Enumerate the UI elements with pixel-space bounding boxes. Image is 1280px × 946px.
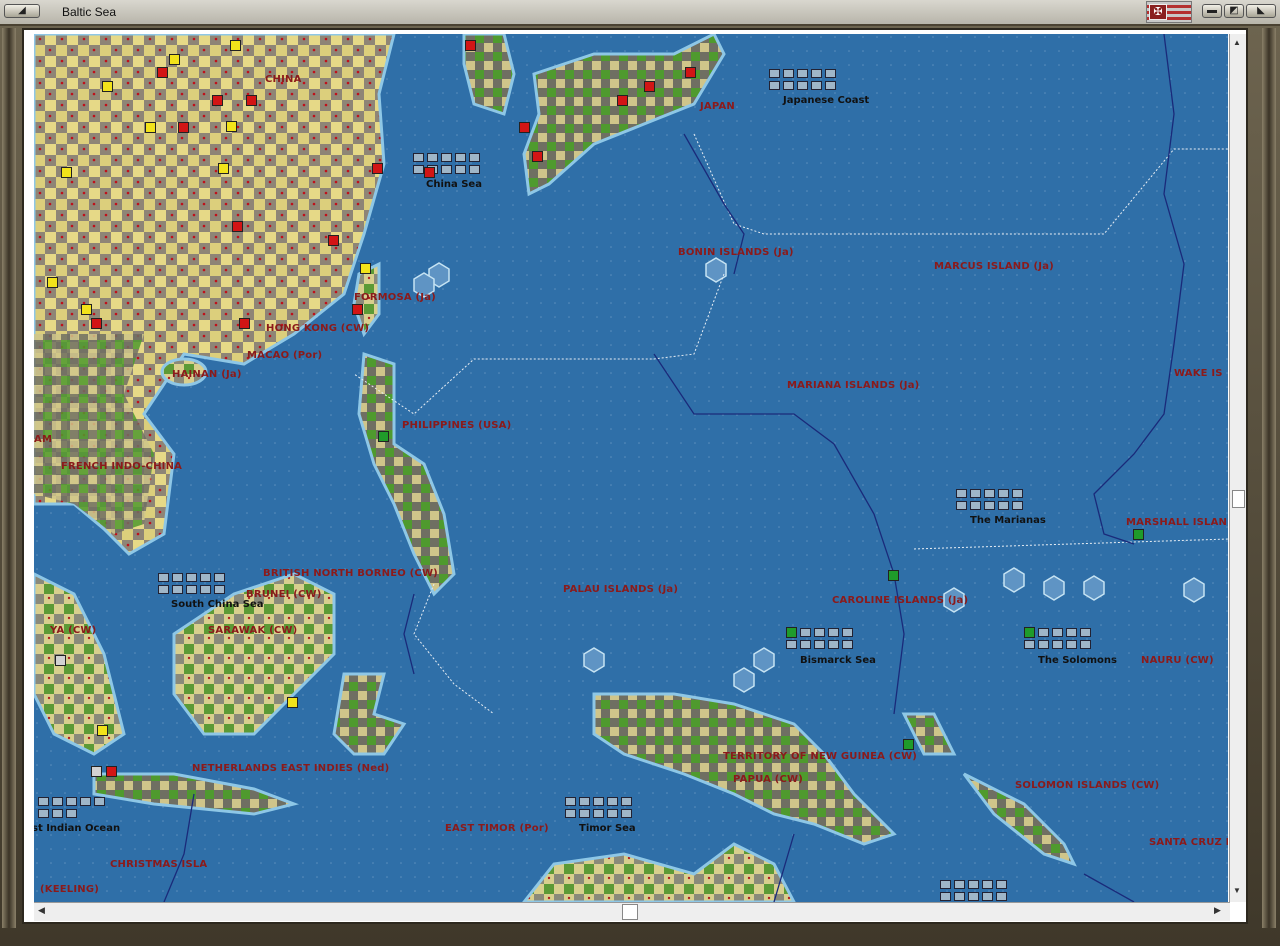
unit-counter[interactable] [178,122,189,133]
label-china[interactable]: CHINA [265,74,302,85]
unit-counter[interactable] [97,725,108,736]
unit-counter[interactable] [617,95,628,106]
sea-zone-south-china-sea[interactable]: South China Sea [171,599,264,610]
label-christmas-island[interactable]: CHRISTMAS ISLA [110,859,207,870]
unit-counter[interactable] [91,766,102,777]
unit-counter[interactable] [212,95,223,106]
restore-button[interactable]: ◩ [1224,4,1244,18]
sea-zone-japanese-coast[interactable]: Japanese Coast [783,95,869,106]
label-nauru[interactable]: NAURU (CW) [1141,655,1214,666]
sea-zone-china-sea[interactable]: China Sea [426,179,482,190]
unit-counter[interactable] [360,263,371,274]
label-east-timor[interactable]: EAST TIMOR (Por) [445,823,549,834]
game-window: ◢ Baltic Sea ✠ ▬ ◩ ◣ CHINA JAPAN FORMOSA… [0,0,1280,946]
unit-counter[interactable] [532,151,543,162]
unit-counter[interactable] [685,67,696,78]
sea-zone-boxes-timor-sea[interactable] [565,797,632,818]
unit-counter[interactable] [644,81,655,92]
sea-zone-bismarck-sea[interactable]: Bismarck Sea [800,655,876,666]
label-hainan[interactable]: HAINAN (Ja) [172,369,242,380]
unit-counter[interactable] [519,122,530,133]
unit-counter[interactable] [91,318,102,329]
label-macao[interactable]: MACAO (Por) [247,350,322,361]
sea-zone-east-indian-ocean[interactable]: st Indian Ocean [34,823,120,834]
unit-counter[interactable] [903,739,914,750]
unit-counter[interactable] [81,304,92,315]
label-netherlands-east-indies[interactable]: NETHERLANDS EAST INDIES (Ned) [192,763,389,774]
unit-counter[interactable] [232,221,243,232]
label-british-north-borneo[interactable]: BRITISH NORTH BORNEO (CW) [263,568,438,579]
title-bar: ◢ Baltic Sea ✠ ▬ ◩ ◣ [0,0,1280,26]
unit-counter[interactable] [218,163,229,174]
sea-zone-timor-sea[interactable]: Timor Sea [579,823,636,834]
unit-counter[interactable] [372,163,383,174]
map-viewport[interactable]: CHINA JAPAN FORMOSA (Ja) HONG KONG (CW) … [34,34,1228,902]
unit-counter[interactable] [239,318,250,329]
sea-zone-the-solomons[interactable]: The Solomons [1038,655,1117,666]
label-palau-islands[interactable]: PALAU ISLANDS (Ja) [563,584,678,595]
sea-zone-boxes-the-marianas[interactable] [956,489,1023,510]
unit-counter[interactable] [157,67,168,78]
unit-counter[interactable] [169,54,180,65]
label-am[interactable]: AM [34,434,52,445]
scroll-left-icon[interactable]: ◀ [38,905,45,916]
sea-zone-boxes-japanese-coast[interactable] [769,69,836,90]
unit-counter[interactable] [378,431,389,442]
unit-counter[interactable] [465,40,476,51]
label-bonin-islands[interactable]: BONIN ISLANDS (Ja) [678,247,794,258]
label-formosa[interactable]: FORMOSA (Ja) [354,292,436,303]
label-marshall-islands[interactable]: MARSHALL ISLAN [1126,517,1227,528]
vertical-scrollbar[interactable]: ▲ ▼ [1229,34,1246,902]
label-japan[interactable]: JAPAN [700,101,735,112]
sea-zone-boxes-east-indian-ocean[interactable] [38,797,105,818]
label-wake-island[interactable]: WAKE IS [1174,368,1223,379]
label-santa-cruz[interactable]: SANTA CRUZ I [1149,837,1228,848]
horizontal-scrollbar[interactable]: ◀ ▶ [34,902,1230,921]
unit-counter[interactable] [1133,529,1144,540]
window-title: Baltic Sea [62,5,117,19]
unit-counter[interactable] [246,95,257,106]
unit-counter[interactable] [61,167,72,178]
unit-counter[interactable] [230,40,241,51]
unit-counter[interactable] [47,277,58,288]
sea-zone-boxes-south-china-sea[interactable] [158,573,225,594]
sea-zone-boxes-coral-sea[interactable] [940,880,1007,901]
label-malaya[interactable]: YA (CW) [50,625,96,636]
scroll-down-icon[interactable]: ▼ [1233,886,1241,895]
label-sarawak[interactable]: SARAWAK (CW) [208,625,297,636]
unit-counter[interactable] [1024,627,1035,638]
right-frame-border [1262,28,1276,928]
unit-counter[interactable] [226,121,237,132]
unit-counter[interactable] [352,304,363,315]
scroll-right-icon[interactable]: ▶ [1214,905,1221,916]
label-marcus-island[interactable]: MARCUS ISLAND (Ja) [934,261,1054,272]
label-french-indo-china[interactable]: FRENCH INDO-CHINA [61,461,182,472]
label-territory-of-new-guinea[interactable]: TERRITORY OF NEW GUINEA (CW) [723,751,917,762]
vertical-scroll-thumb[interactable] [1232,490,1245,508]
left-frame-border [2,28,16,928]
label-caroline-islands[interactable]: CAROLINE ISLANDS (Ja) [832,595,968,606]
close-button[interactable]: ◣ [1246,4,1276,18]
minimize-button[interactable]: ▬ [1202,4,1222,18]
label-philippines[interactable]: PHILIPPINES (USA) [402,420,511,431]
unit-counter[interactable] [145,122,156,133]
label-hong-kong[interactable]: HONG KONG (CW) [266,323,369,334]
unit-counter[interactable] [106,766,117,777]
label-mariana-islands[interactable]: MARIANA ISLANDS (Ja) [787,380,919,391]
unit-counter[interactable] [424,167,435,178]
label-solomon-islands[interactable]: SOLOMON ISLANDS (CW) [1015,780,1159,791]
unit-counter[interactable] [786,627,797,638]
unit-counter[interactable] [102,81,113,92]
sea-zone-the-marianas[interactable]: The Marianas [970,515,1046,526]
scroll-up-icon[interactable]: ▲ [1233,38,1241,47]
window-menu-button[interactable]: ◢ [4,4,40,18]
label-keeling[interactable]: (KEELING) [40,884,99,895]
horizontal-scroll-thumb[interactable] [622,904,638,920]
label-papua[interactable]: PAPUA (CW) [733,774,803,785]
unit-counter[interactable] [328,235,339,246]
unit-counter[interactable] [287,697,298,708]
nation-flag-icon[interactable]: ✠ [1146,1,1192,23]
unit-counter[interactable] [888,570,899,581]
unit-counter[interactable] [55,655,66,666]
